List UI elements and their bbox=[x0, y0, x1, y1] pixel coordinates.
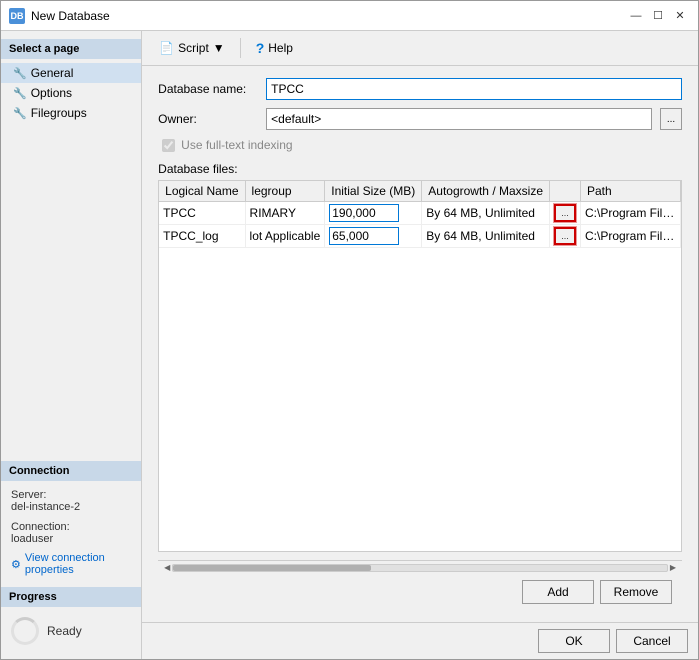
connection-info: Connection: loaduser bbox=[1, 517, 141, 549]
col-ellipsis bbox=[550, 181, 581, 202]
db-name-row: Database name: bbox=[158, 78, 682, 100]
progress-spinner bbox=[11, 617, 39, 645]
wrench-icon: 🔧 bbox=[13, 67, 27, 80]
connection-label: Connection: bbox=[11, 521, 131, 533]
col-logical-name: Logical Name bbox=[159, 181, 245, 202]
footer-row: OK Cancel bbox=[142, 622, 698, 659]
server-value: del-instance-2 bbox=[11, 501, 131, 513]
progress-text: Ready bbox=[47, 624, 82, 638]
scrollbar-row: ◀ ▶ bbox=[158, 560, 682, 574]
progress-section: Progress Ready bbox=[1, 587, 141, 651]
cell-size-1[interactable] bbox=[325, 202, 422, 225]
script-button[interactable]: 📄 Script ▼ bbox=[152, 38, 232, 58]
cell-path-2: C:\Program Files\ bbox=[581, 225, 681, 248]
view-connection-link[interactable]: ⚙ View connection properties bbox=[1, 549, 141, 579]
title-controls: — ☐ ✕ bbox=[626, 6, 690, 26]
help-icon: ? bbox=[256, 40, 265, 56]
maximize-button[interactable]: ☐ bbox=[648, 6, 668, 26]
scrollbar-thumb bbox=[173, 565, 370, 571]
ellipsis-btn-1[interactable]: ... bbox=[554, 204, 576, 222]
window-icon: DB bbox=[9, 8, 25, 24]
scrollbar-track[interactable] bbox=[172, 564, 668, 572]
col-initial-size: Initial Size (MB) bbox=[325, 181, 422, 202]
form-area: Database name: Owner: ... Use full-text … bbox=[142, 66, 698, 622]
help-button[interactable]: ? Help bbox=[249, 37, 300, 59]
progress-title: Progress bbox=[1, 587, 141, 607]
view-connection-text: View connection properties bbox=[25, 552, 131, 576]
help-label: Help bbox=[268, 41, 293, 55]
sidebar-item-filegroups-label: Filegroups bbox=[31, 106, 87, 120]
connection-icon: ⚙ bbox=[11, 558, 21, 571]
fulltext-label: Use full-text indexing bbox=[181, 138, 292, 152]
cancel-button[interactable]: Cancel bbox=[616, 629, 688, 653]
title-bar: DB New Database — ☐ ✕ bbox=[1, 1, 698, 31]
fulltext-row: Use full-text indexing bbox=[158, 138, 682, 152]
size-input-1[interactable] bbox=[329, 204, 399, 222]
select-page-title: Select a page bbox=[1, 39, 141, 59]
cell-size-2[interactable] bbox=[325, 225, 422, 248]
wrench-icon-3: 🔧 bbox=[13, 107, 27, 120]
col-autogrowth: Autogrowth / Maxsize bbox=[422, 181, 550, 202]
script-dropdown-icon: ▼ bbox=[213, 41, 225, 55]
content-area: Select a page 🔧 General 🔧 Options 🔧 File… bbox=[1, 31, 698, 659]
connection-value: loaduser bbox=[11, 533, 131, 545]
cell-autogrowth-1: By 64 MB, Unlimited bbox=[422, 202, 550, 225]
sidebar-item-general[interactable]: 🔧 General bbox=[1, 63, 141, 83]
wrench-icon-2: 🔧 bbox=[13, 87, 27, 100]
table-row: TPCC RIMARY By 64 MB, Unlimited ... C:\P… bbox=[159, 202, 680, 225]
main-panel: 📄 Script ▼ ? Help Database name: Owner: bbox=[142, 31, 698, 659]
toolbar-separator bbox=[240, 38, 241, 58]
cell-filegroup-2: lot Applicable bbox=[245, 225, 325, 248]
ok-button[interactable]: OK bbox=[538, 629, 610, 653]
scroll-left-arrow[interactable]: ◀ bbox=[162, 563, 172, 572]
table-header-row: Logical Name legroup Initial Size (MB) A… bbox=[159, 181, 680, 202]
cell-btn-1: ... bbox=[550, 202, 581, 225]
window-title: New Database bbox=[31, 9, 110, 23]
remove-button[interactable]: Remove bbox=[600, 580, 672, 604]
cell-logical-name-1: TPCC bbox=[159, 202, 245, 225]
size-input-2[interactable] bbox=[329, 227, 399, 245]
action-row: Add Remove bbox=[158, 574, 682, 610]
sidebar-item-general-label: General bbox=[31, 66, 74, 80]
connection-title: Connection bbox=[1, 461, 141, 481]
main-window: DB New Database — ☐ ✕ Select a page 🔧 Ge… bbox=[0, 0, 699, 660]
sidebar: Select a page 🔧 General 🔧 Options 🔧 File… bbox=[1, 31, 142, 659]
sidebar-item-options[interactable]: 🔧 Options bbox=[1, 83, 141, 103]
table-row: TPCC_log lot Applicable By 64 MB, Unlimi… bbox=[159, 225, 680, 248]
col-path: Path bbox=[581, 181, 681, 202]
cell-path-1: C:\Program Files\ bbox=[581, 202, 681, 225]
owner-row: Owner: ... bbox=[158, 108, 682, 130]
ellipsis-btn-2[interactable]: ... bbox=[554, 227, 576, 245]
sidebar-item-options-label: Options bbox=[31, 86, 72, 100]
scroll-right-arrow[interactable]: ▶ bbox=[668, 563, 678, 572]
sidebar-item-filegroups[interactable]: 🔧 Filegroups bbox=[1, 103, 141, 123]
cell-logical-name-2: TPCC_log bbox=[159, 225, 245, 248]
connection-section: Connection Server: del-instance-2 Connec… bbox=[1, 461, 141, 579]
script-label: Script bbox=[178, 41, 209, 55]
db-files-label: Database files: bbox=[158, 162, 682, 176]
col-filegroup: legroup bbox=[245, 181, 325, 202]
db-files-table: Logical Name legroup Initial Size (MB) A… bbox=[159, 181, 681, 248]
minimize-button[interactable]: — bbox=[626, 6, 646, 26]
cell-filegroup-1: RIMARY bbox=[245, 202, 325, 225]
owner-browse-button[interactable]: ... bbox=[660, 108, 682, 130]
progress-content: Ready bbox=[1, 611, 141, 651]
db-name-input[interactable] bbox=[266, 78, 682, 100]
owner-label: Owner: bbox=[158, 112, 258, 126]
toolbar: 📄 Script ▼ ? Help bbox=[142, 31, 698, 66]
script-icon: 📄 bbox=[159, 41, 174, 55]
db-name-label: Database name: bbox=[158, 82, 258, 96]
add-button[interactable]: Add bbox=[522, 580, 594, 604]
fulltext-checkbox bbox=[162, 139, 175, 152]
close-button[interactable]: ✕ bbox=[670, 6, 690, 26]
server-info: Server: del-instance-2 bbox=[1, 485, 141, 517]
title-bar-left: DB New Database bbox=[9, 8, 110, 24]
cell-autogrowth-2: By 64 MB, Unlimited bbox=[422, 225, 550, 248]
owner-input[interactable] bbox=[266, 108, 652, 130]
cell-btn-2: ... bbox=[550, 225, 581, 248]
db-files-table-container: Logical Name legroup Initial Size (MB) A… bbox=[158, 180, 682, 552]
server-label: Server: bbox=[11, 489, 131, 501]
